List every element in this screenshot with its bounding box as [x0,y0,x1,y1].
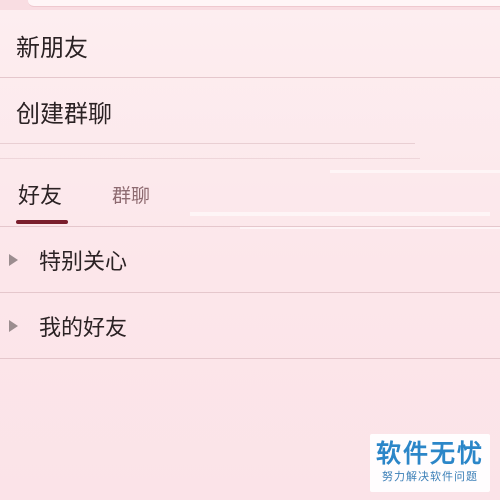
new-friends-label: 新朋友 [16,33,88,62]
watermark-title: 软件无忧 [375,439,484,468]
divider [0,358,500,359]
create-group-item[interactable]: 创建群聊 [0,78,500,144]
active-tab-indicator [16,220,68,224]
watermark-logo: 软件无忧 努力解决软件问题 [370,434,490,492]
new-friends-item[interactable]: 新朋友 [0,12,500,78]
create-group-label: 创建群聊 [16,99,112,128]
tab-friends-label: 好友 [18,184,63,209]
friend-group-my-friends[interactable]: 我的好友 [0,293,500,359]
expand-arrow-icon [9,320,18,332]
top-search-bar-edge [0,0,500,10]
tab-friends[interactable]: 好友 [18,165,62,223]
watermark-subtitle: 努力解决软件问题 [382,470,478,483]
tab-groups-label: 群聊 [112,184,151,207]
friend-group-special-care[interactable]: 特别关心 [0,227,500,293]
expand-arrow-icon [9,254,18,266]
tab-groups[interactable]: 群聊 [112,165,150,223]
divider [0,143,415,144]
friend-group-label: 特别关心 [39,250,128,275]
friend-group-label: 我的好友 [39,316,128,341]
contact-tabs: 好友 群聊 [0,165,500,227]
search-bar-bottom[interactable] [28,0,500,7]
divider [0,158,420,159]
